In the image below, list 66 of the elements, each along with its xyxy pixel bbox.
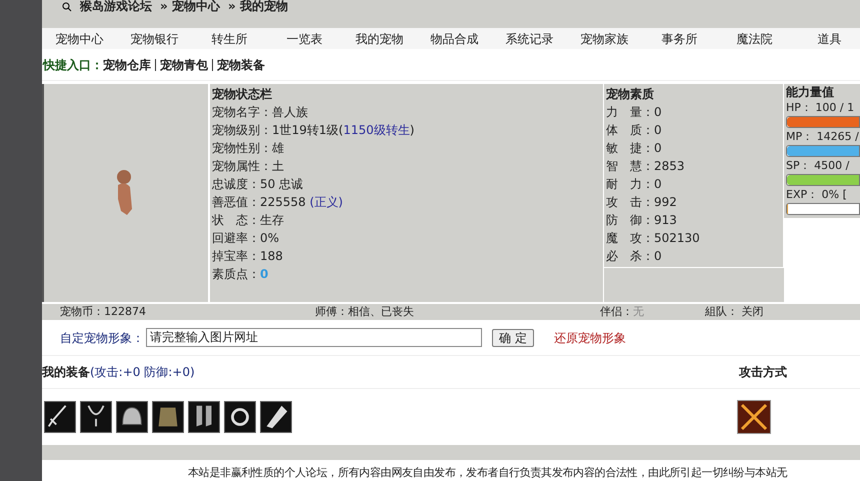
breadcrumb-link[interactable]: 猴岛游戏论坛 <box>80 0 152 12</box>
nav-tab[interactable]: 魔法院 <box>717 30 792 48</box>
quality-row-text: 必 杀：0 <box>606 248 663 265</box>
quality-row-text: 防 御：913 <box>606 212 678 229</box>
status-row-text: 善恶值：225558 (正义) <box>212 194 344 211</box>
nav-tab[interactable]: 宠物中心 <box>42 30 117 48</box>
quick-links-label: 快捷入口： <box>43 56 103 74</box>
nav-tab[interactable]: 转生所 <box>192 30 267 48</box>
info-link[interactable]: 1150级转生 <box>343 122 410 137</box>
search-icon <box>62 2 72 12</box>
status-row-text: 素质点：0 <box>212 266 270 283</box>
info-link[interactable]: (正义) <box>310 194 343 209</box>
gauntlet-icon[interactable] <box>260 401 292 434</box>
nav-tab[interactable]: 道具 <box>792 30 860 48</box>
quality-row-text: 耐 力：0 <box>606 176 663 193</box>
quick-link[interactable]: 宠物仓库 <box>103 56 151 74</box>
partner-value: 无 <box>633 304 645 320</box>
necklace-icon[interactable] <box>80 401 112 434</box>
restore-image-link[interactable]: 还原宠物形象 <box>554 328 626 347</box>
status-row-text: 宠物级别：1世19转1级(1150级转生) <box>212 122 416 139</box>
nav-tab[interactable]: 我的宠物 <box>342 30 417 48</box>
meter-label: HP： 100 / 1 <box>786 100 856 115</box>
panel-title: 宠物状态栏 <box>212 86 273 103</box>
quick-link[interactable]: 宠物装备 <box>217 56 265 74</box>
boots-icon[interactable] <box>188 401 220 434</box>
quick-link[interactable]: 宠物青包 <box>160 56 208 74</box>
nav-tab[interactable]: 系统记录 <box>492 30 567 48</box>
nav-tab[interactable]: 物品合成 <box>417 30 492 48</box>
panel-title: 能力量值 <box>786 84 835 100</box>
status-row-text: 宠物属性：土 <box>212 158 285 175</box>
crossed-swords-icon[interactable] <box>737 400 771 434</box>
custom-image-label: 自定宠物形象： <box>60 330 144 347</box>
status-row-text: 掉宝率：188 <box>212 248 284 265</box>
quality-row-text: 攻 击：992 <box>606 194 678 211</box>
equipment-title: 我的装备 <box>42 364 90 382</box>
status-row-text: 宠物名字：兽人族 <box>212 104 309 121</box>
quality-row-text: 力 量：0 <box>606 104 663 121</box>
coins-text: 宠物币：122874 <box>60 304 147 320</box>
team-text: 組队： 关闭 <box>705 304 764 320</box>
armor-icon[interactable] <box>152 401 184 434</box>
status-row-text: 宠物性别：雄 <box>212 140 285 157</box>
attack-mode-title: 攻击方式 <box>739 364 787 382</box>
status-row-text: 忠诚度：50 忠诚 <box>212 176 304 193</box>
nav-tab[interactable]: 事务所 <box>642 30 717 48</box>
meter-label: EXP： 0% [ <box>786 186 848 202</box>
master-text: 师傅：相信、已丧失 <box>315 304 415 320</box>
quality-row-text: 敏 捷：0 <box>606 140 663 157</box>
quality-row-text: 智 慧：2853 <box>606 158 686 175</box>
footer-text: 本站是非赢利性质的个人论坛，所有内容由网友自由发布，发布者自行负责其发布内容的合法性，由此所引起一切纠纷与本站无 <box>187 464 788 480</box>
sword-icon[interactable] <box>44 401 76 434</box>
confirm-button[interactable]: 确 定 <box>492 328 534 347</box>
nav-tab[interactable]: 宠物家族 <box>567 30 642 48</box>
helmet-icon[interactable] <box>116 401 148 434</box>
meter-label: SP： 4500 / <box>786 158 850 173</box>
meter-label: MP： 14265 / <box>786 128 860 144</box>
quality-row-text: 体 质：0 <box>606 122 663 139</box>
ring-icon[interactable] <box>224 401 256 434</box>
partner-label: 伴侣： <box>600 304 633 320</box>
status-row-text: 状 态：生存 <box>212 212 285 229</box>
status-row-text: 回避率：0% <box>212 230 280 247</box>
quality-row-text: 魔 攻：502130 <box>606 230 701 247</box>
equipment-bonus: (攻击:+0 防御:+0) <box>90 364 195 382</box>
image-url-field[interactable]: 请完整输入图片网址 <box>146 328 482 348</box>
nav-tab[interactable]: 一览表 <box>267 30 342 48</box>
nav-tab[interactable]: 宠物银行 <box>117 30 192 48</box>
panel-title: 宠物素质 <box>606 86 655 103</box>
